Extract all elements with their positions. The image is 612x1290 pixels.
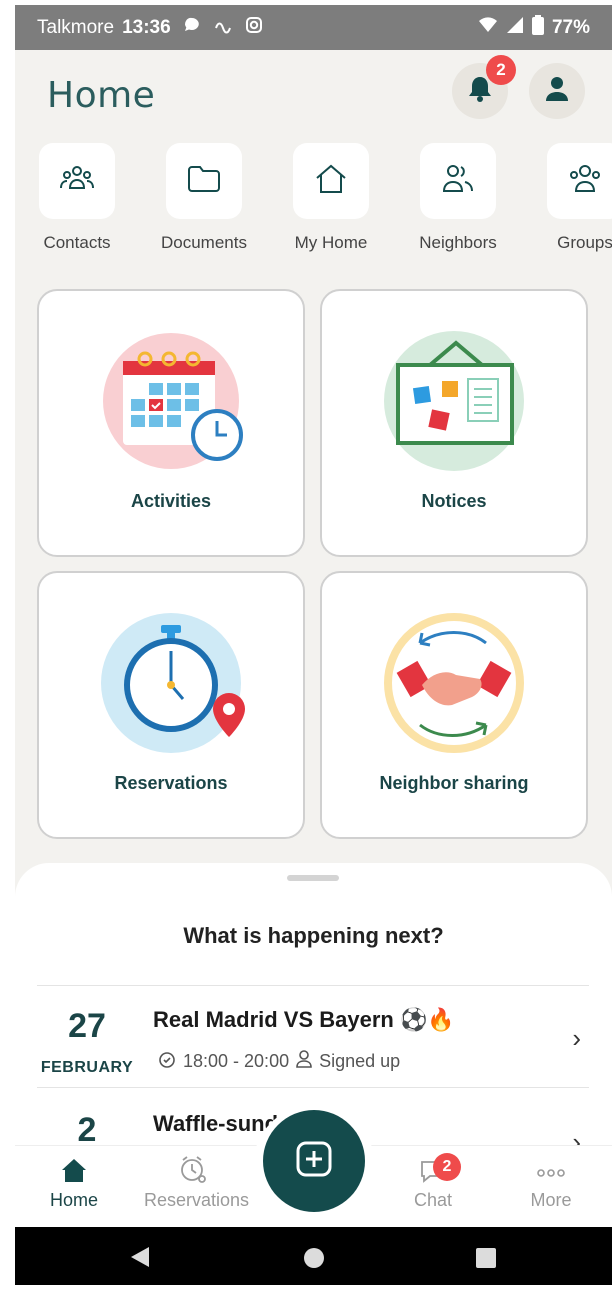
quick-links: Contacts Documents My Home Neighbors Gro… — [15, 143, 612, 263]
more-dots-icon — [537, 1162, 565, 1183]
card-notices[interactable]: Notices — [320, 289, 588, 557]
message-icon — [183, 16, 201, 39]
contacts-icon — [59, 164, 95, 199]
battery-level: 77% — [551, 16, 590, 38]
instagram-icon — [245, 16, 263, 39]
divider — [37, 985, 589, 986]
sheet-grabber[interactable] — [287, 875, 339, 881]
nav-label: Chat — [413, 1190, 453, 1210]
event-row[interactable]: 27 FEBRUARY Real Madrid VS Bayern ⚽🔥 18:… — [37, 987, 589, 1087]
event-status: Signed up — [319, 1051, 401, 1071]
card-title: Neighbor sharing — [379, 773, 529, 793]
carrier-label: Talkmore — [37, 16, 115, 38]
event-month: FEBRUARY — [40, 1059, 134, 1076]
quick-link-label: Contacts — [43, 233, 111, 252]
card-title: Notices — [421, 491, 487, 511]
nav-home[interactable]: Home — [24, 1154, 124, 1211]
status-right: 77% — [478, 14, 590, 41]
handshake-illustration — [384, 613, 530, 759]
event-time: 18:00 - 20:00 — [183, 1051, 290, 1071]
quick-link-my-home[interactable]: My Home — [276, 143, 386, 253]
home-circle-icon[interactable] — [303, 1247, 325, 1274]
loop-icon — [213, 16, 233, 39]
nav-label: Reservations — [144, 1190, 250, 1210]
card-neighbor-sharing[interactable]: Neighbor sharing — [320, 571, 588, 839]
plus-square-icon — [294, 1139, 334, 1184]
sheet-title: What is happening next? — [183, 923, 444, 948]
quick-link-label: Neighbors — [419, 233, 497, 252]
event-title: Real Madrid VS Bayern ⚽🔥 — [153, 1007, 455, 1032]
app-logo: Home — [47, 75, 156, 116]
chat-badge: 2 — [433, 1153, 461, 1181]
system-nav-bar — [15, 1227, 612, 1285]
groups-icon — [567, 163, 603, 200]
event-day: 27 — [68, 1007, 106, 1045]
house-icon — [314, 163, 348, 200]
app-screen: Talkmore 13:36 77% Home 2 Contacts Docum… — [15, 5, 612, 1285]
nav-more[interactable]: More — [501, 1154, 601, 1211]
clock-icon — [157, 1049, 177, 1074]
create-button[interactable] — [263, 1110, 365, 1212]
quick-link-label: My Home — [294, 233, 368, 252]
nav-label: More — [530, 1190, 572, 1210]
calendar-clock-illustration — [101, 331, 247, 477]
quick-link-documents[interactable]: Documents — [149, 143, 259, 253]
quick-link-neighbors[interactable]: Neighbors — [403, 143, 513, 253]
noticeboard-illustration — [384, 331, 530, 477]
event-meta: 18:00 - 20:00 Signed up — [157, 1049, 400, 1074]
status-time: 13:36 — [122, 16, 171, 38]
battery-icon — [531, 14, 544, 41]
header: Home 2 — [15, 55, 612, 133]
quick-link-label: Documents — [161, 233, 247, 252]
wifi-icon — [478, 16, 498, 40]
profile-button[interactable] — [529, 63, 585, 119]
quick-link-contacts[interactable]: Contacts — [22, 143, 132, 253]
event-title: Waffle-sund — [153, 1111, 279, 1136]
card-reservations[interactable]: Reservations — [37, 571, 305, 839]
divider — [37, 1087, 589, 1088]
status-bar: Talkmore 13:36 77% — [15, 5, 612, 50]
signal-icon — [506, 16, 524, 40]
status-notification-icons — [183, 16, 263, 39]
alarm-pin-icon — [179, 1155, 209, 1190]
notification-badge: 2 — [486, 55, 516, 85]
card-title: Activities — [130, 491, 212, 511]
stopwatch-pin-illustration — [101, 613, 247, 759]
quick-link-groups[interactable]: Groups — [530, 143, 612, 253]
quick-link-label: Groups — [557, 233, 612, 252]
neighbors-icon — [441, 163, 475, 200]
card-title: Reservations — [114, 773, 228, 793]
chevron-right-icon: › — [572, 1023, 581, 1053]
nav-reservations[interactable]: Reservations — [144, 1154, 250, 1211]
folder-icon — [187, 165, 221, 198]
back-icon[interactable] — [129, 1245, 151, 1274]
recents-icon[interactable] — [475, 1247, 497, 1274]
home-icon — [60, 1156, 88, 1189]
card-activities[interactable]: Activities — [37, 289, 305, 557]
person-icon — [295, 1049, 313, 1074]
user-icon — [544, 75, 570, 108]
nav-label: Home — [49, 1190, 98, 1210]
